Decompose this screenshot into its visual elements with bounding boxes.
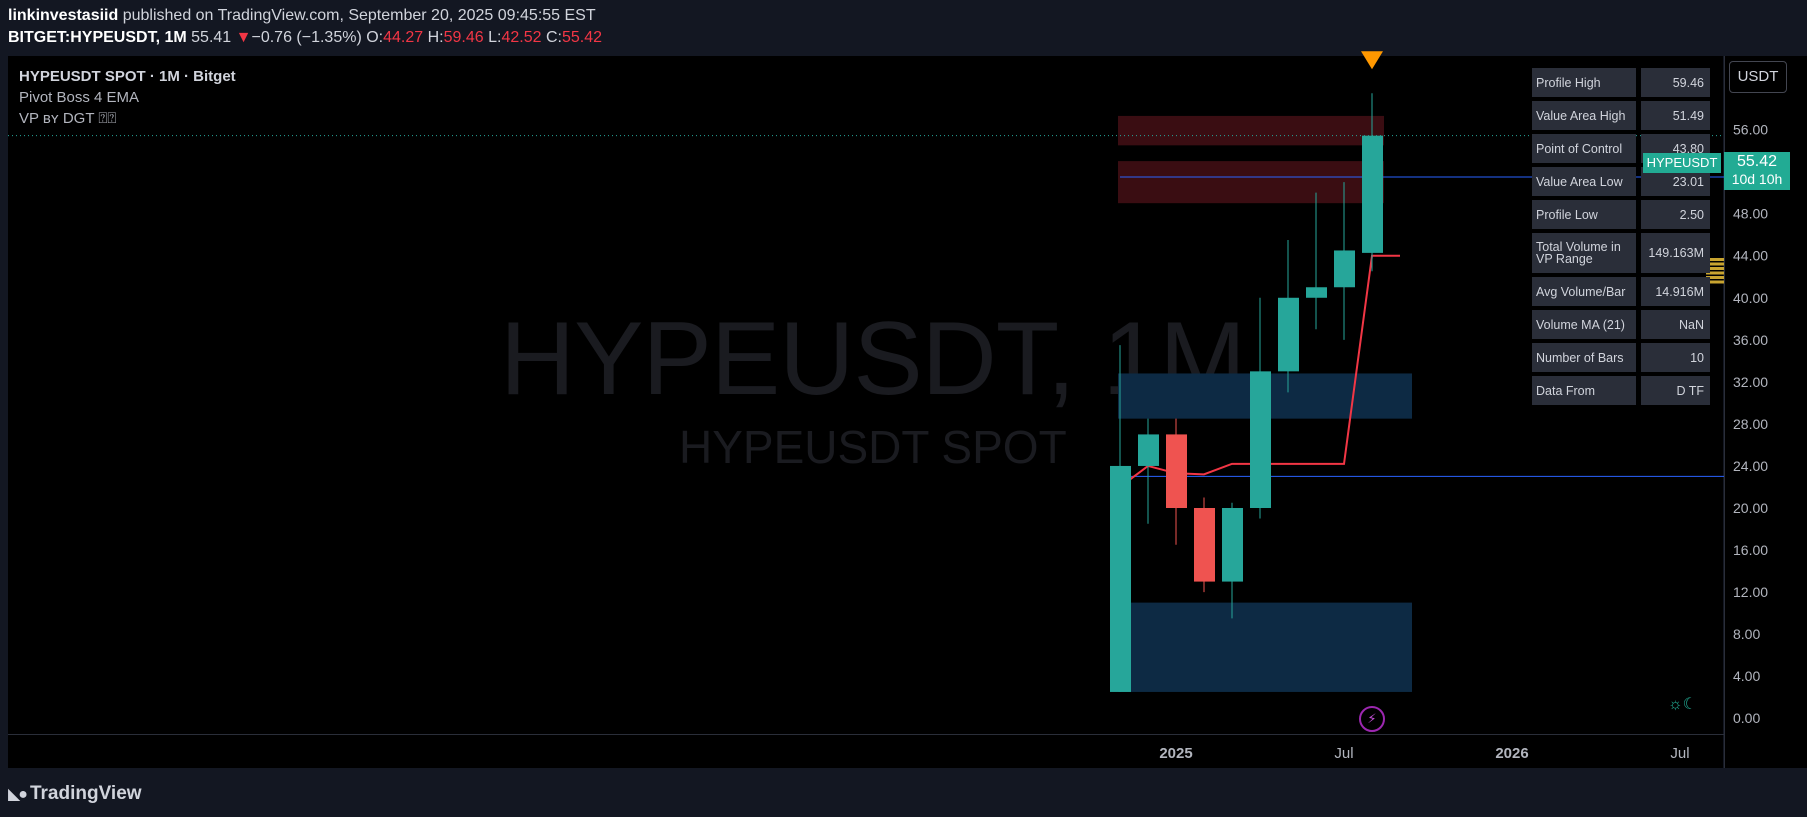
y-tick-5: 20.00 bbox=[1733, 500, 1768, 516]
candle-body-8 bbox=[1334, 250, 1355, 288]
bar-countdown: 10d 10h bbox=[1731, 171, 1783, 187]
vp-row-label-9: Data From bbox=[1532, 376, 1636, 405]
marker-layer bbox=[1361, 51, 1383, 70]
vp-row-label-1: Value Area High bbox=[1532, 101, 1636, 130]
vp-row-label-text-2: Point of Control bbox=[1536, 141, 1623, 156]
y-tick-6: 24.00 bbox=[1733, 458, 1768, 474]
lightning-icon[interactable]: ⚡ bbox=[1359, 706, 1385, 732]
vp-row-value-1: 51.49 bbox=[1641, 101, 1710, 130]
candle-body-2 bbox=[1166, 434, 1187, 508]
vp-row-value-8: 10 bbox=[1641, 343, 1710, 372]
vp-row-label-4: Profile Low bbox=[1532, 200, 1636, 229]
vp-row-value-9: D TF bbox=[1641, 376, 1710, 405]
x-ticks: 2025 Jul 2026 Jul bbox=[1159, 745, 1689, 762]
candle-body-7 bbox=[1306, 287, 1327, 298]
legend-symbol[interactable]: HYPEUSDT SPOT · 1M · Bitget bbox=[19, 66, 236, 87]
vp-row-label-5: Total Volume in VP Range bbox=[1532, 233, 1636, 273]
candle-body-9 bbox=[1362, 135, 1383, 253]
sun-moon-icon[interactable]: ☼☾ bbox=[1668, 694, 1697, 714]
vp-row-label-3: Value Area Low bbox=[1532, 167, 1636, 196]
candle-body-5 bbox=[1250, 371, 1271, 508]
vp-row-value-text-3: 23.01 bbox=[1672, 174, 1704, 189]
x-tick-3: Jul bbox=[1670, 745, 1689, 762]
tradingview-logo-text: TradingView bbox=[29, 783, 142, 804]
y-tick-11: 44.00 bbox=[1733, 248, 1768, 264]
y-tick-1: 4.00 bbox=[1733, 668, 1760, 684]
vp-row-label-0: Profile High bbox=[1532, 68, 1636, 97]
vp-row-label-2: Point of Control bbox=[1532, 134, 1636, 163]
high-marker-triangle bbox=[1361, 51, 1383, 70]
vp-row-label-6: Avg Volume/Bar bbox=[1532, 277, 1636, 306]
y-tick-7: 28.00 bbox=[1733, 416, 1768, 432]
x-tick-0: 2025 bbox=[1159, 745, 1192, 762]
candle-3 bbox=[1194, 497, 1215, 593]
demand-zone-3 bbox=[1118, 602, 1412, 692]
y-tick-10: 40.00 bbox=[1733, 290, 1768, 306]
horizontal-lines-layer bbox=[8, 135, 1724, 477]
legend-indicator-ema[interactable]: Pivot Boss 4 EMA bbox=[19, 87, 236, 108]
y-tick-8: 32.00 bbox=[1733, 374, 1768, 390]
vp-row-label-text-1: Value Area High bbox=[1536, 108, 1626, 123]
vp-row-label-text-0: Profile High bbox=[1536, 75, 1601, 90]
vp-row-value-text-5: 149.163M bbox=[1648, 246, 1704, 260]
vp-row-value-text-9: D TF bbox=[1676, 383, 1704, 398]
vp-row-value-text-6: 14.916M bbox=[1655, 284, 1704, 299]
vp-row-value-7: NaN bbox=[1641, 310, 1710, 339]
vp-row-label-text-8: Number of Bars bbox=[1536, 350, 1624, 365]
candle-5 bbox=[1250, 297, 1271, 519]
current-price-value: 55.42 bbox=[1736, 153, 1778, 170]
y-tick-12: 48.00 bbox=[1733, 206, 1768, 222]
tradingview-logo[interactable]: ◣● TradingView bbox=[8, 783, 142, 805]
vp-row-label-7: Volume MA (21) bbox=[1532, 310, 1636, 339]
vp-row-value-5: 149.163M bbox=[1641, 233, 1710, 273]
supply-zone-0 bbox=[1118, 115, 1384, 146]
legend-indicator-vp[interactable]: VP ʙʏ DGT ⍰⍰ bbox=[19, 108, 236, 129]
candle-body-6 bbox=[1278, 297, 1299, 372]
chart-legend: HYPEUSDT SPOT · 1M · Bitget Pivot Boss 4… bbox=[19, 66, 236, 129]
candle-body-1 bbox=[1138, 434, 1159, 466]
y-tick-0: 0.00 bbox=[1733, 710, 1760, 726]
y-tick-3: 12.00 bbox=[1733, 584, 1768, 600]
vp-row-value-text-0: 59.46 bbox=[1672, 75, 1704, 90]
candle-body-4 bbox=[1222, 508, 1243, 582]
y-tick-9: 36.00 bbox=[1733, 332, 1768, 348]
vp-row-value-text-1: 51.49 bbox=[1672, 108, 1704, 123]
x-tick-1: Jul bbox=[1334, 745, 1353, 762]
candle-body-0 bbox=[1110, 465, 1131, 692]
vp-row-label-text-7: Volume MA (21) bbox=[1536, 317, 1625, 332]
candle-4 bbox=[1222, 502, 1243, 619]
vp-row-label-text-6: Avg Volume/Bar bbox=[1536, 284, 1626, 299]
vp-row-value-text-7: NaN bbox=[1678, 317, 1704, 332]
symbol-price-tag: HYPEUSDT bbox=[1643, 153, 1721, 173]
tradingview-logo-icon: ◣● bbox=[8, 786, 28, 803]
vp-row-value-0: 59.46 bbox=[1641, 68, 1710, 97]
candle-7 bbox=[1306, 192, 1327, 330]
vp-row-label-text-9: Data From bbox=[1536, 383, 1596, 398]
candle-8 bbox=[1334, 182, 1355, 340]
x-tick-2: 2026 bbox=[1495, 745, 1528, 762]
vp-row-value-text-4: 2.50 bbox=[1679, 207, 1704, 222]
candle-6 bbox=[1278, 239, 1299, 393]
vp-row-label-8: Number of Bars bbox=[1532, 343, 1636, 372]
candle-2 bbox=[1166, 418, 1187, 545]
y-tick-4: 16.00 bbox=[1733, 542, 1768, 558]
currency-button[interactable]: USDT bbox=[1729, 61, 1787, 93]
y-tick-14: 56.00 bbox=[1733, 122, 1768, 138]
vp-row-label-text-5: Total Volume in VP Range bbox=[1536, 240, 1621, 266]
y-tick-2: 8.00 bbox=[1733, 626, 1760, 642]
current-price-label: 55.42 10d 10h bbox=[1724, 152, 1790, 190]
footer bbox=[0, 770, 1807, 817]
vp-row-label-text-3: Value Area Low bbox=[1536, 174, 1623, 189]
vp-row-value-4: 2.50 bbox=[1641, 200, 1710, 229]
candle-body-3 bbox=[1194, 508, 1215, 582]
vp-row-label-text-4: Profile Low bbox=[1536, 207, 1598, 222]
vp-row-value-text-8: 10 bbox=[1690, 350, 1704, 365]
vp-row-value-6: 14.916M bbox=[1641, 277, 1710, 306]
